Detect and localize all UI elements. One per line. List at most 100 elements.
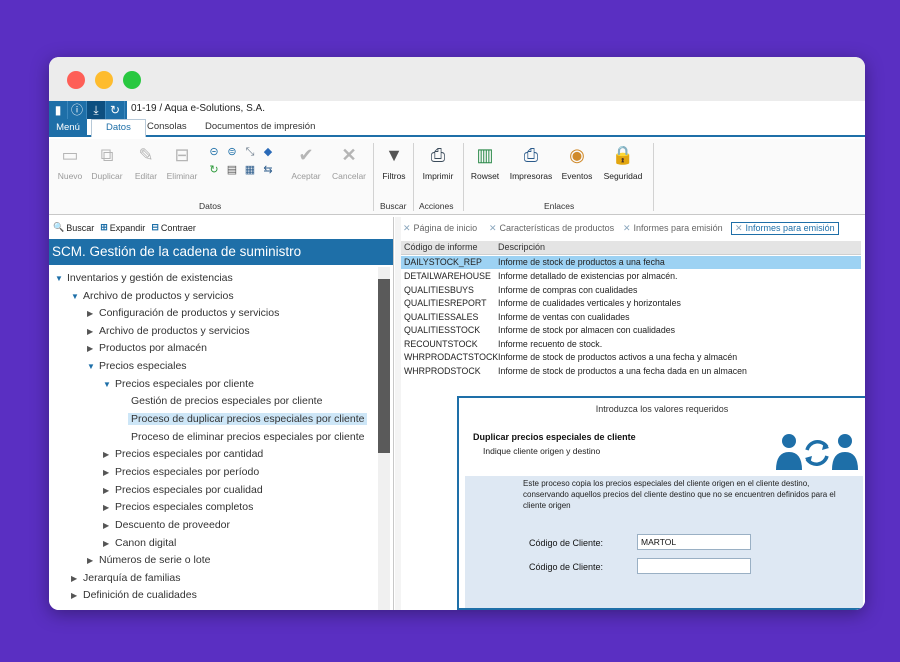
close-icon[interactable]: ✕ [489, 223, 497, 233]
field-label-cliente-origen: Código de Cliente: [529, 538, 604, 548]
tree-node[interactable]: ▶ Precios especiales completos [103, 500, 253, 515]
link-icon[interactable]: ⇆ [261, 163, 275, 177]
maximize-window-button[interactable] [123, 71, 141, 89]
table-row[interactable]: QUALITIESSALES Informe de ventas con cual… [401, 311, 861, 324]
contraer-button[interactable]: ⊟ Contraer [151, 222, 196, 233]
nuevo-button[interactable]: ▭ Nuevo [55, 143, 85, 181]
expand-icon: ⊞ [100, 222, 108, 232]
eliminar-button[interactable]: ⊟ Eliminar [165, 143, 199, 181]
duplicar-button[interactable]: ⧉ Duplicar [89, 143, 125, 181]
refresh-icon[interactable]: ↻ [106, 101, 125, 119]
tab-datos[interactable]: Datos [91, 119, 146, 137]
tree-scrollbar-thumb[interactable] [378, 279, 390, 453]
tree-node[interactable]: ▶ Precios especiales por cantidad [103, 447, 263, 462]
caret-right-icon: ▶ [103, 450, 110, 459]
table-row[interactable]: WHRPRODSTOCK Informe de stock de producto… [401, 365, 861, 378]
duplicar-label: Duplicar [91, 171, 123, 181]
tree-node[interactable]: ▶ Jerarquía de familias [71, 571, 180, 586]
cliente-destino-input[interactable] [637, 558, 751, 574]
first-record-icon[interactable]: ⊝ [207, 145, 221, 159]
tree-node[interactable]: ▼ Inventarios y gestión de existencias [55, 271, 233, 286]
shrink-icon[interactable]: ⤡ [243, 145, 257, 159]
tree-node-label: Productos por almacén [99, 342, 207, 354]
tree-node[interactable]: ▶ Precios especiales por período [103, 465, 259, 480]
tree-node-label: Precios especiales [99, 360, 187, 372]
close-icon[interactable]: ✕ [735, 223, 743, 233]
tree-node-label: Inventarios y gestión de existencias [67, 272, 233, 284]
aceptar-button[interactable]: ✔ Aceptar [287, 143, 325, 181]
field-label-cliente-destino: Código de Cliente: [529, 562, 604, 572]
close-icon[interactable]: ✕ [403, 223, 411, 233]
caret-right-icon: ▶ [71, 574, 78, 583]
tree-node-label: Números de serie o lote [99, 554, 211, 566]
minimize-window-button[interactable] [95, 71, 113, 89]
tree-node[interactable]: ▶ Precios especiales por cualidad [103, 483, 263, 498]
cube-icon[interactable]: ◆ [261, 145, 275, 159]
caret-down-icon: ▼ [87, 362, 95, 371]
tree-node[interactable]: ▼ Archivo de productos y servicios [71, 289, 234, 304]
impresoras-button[interactable]: ⎙ Impresoras [507, 143, 555, 181]
doc-tab-caracteristicas[interactable]: ✕ Características de productos [489, 223, 614, 234]
eventos-button[interactable]: ◉ Eventos [559, 143, 595, 181]
ribbon-separator [653, 143, 654, 211]
close-icon[interactable]: ✕ [623, 223, 631, 233]
doc-tab-inicio[interactable]: ✕ Página de inicio [403, 223, 477, 234]
document-icon[interactable]: ▤ [225, 163, 239, 177]
caret-down-icon: ▼ [71, 292, 79, 301]
close-window-button[interactable] [67, 71, 85, 89]
column-header-code[interactable]: Código de informe [404, 242, 478, 252]
rowset-button[interactable]: ▥ Rowset [467, 143, 503, 181]
table-row[interactable]: QUALITIESSTOCK Informe de stock por almac… [401, 324, 861, 337]
tree-node[interactable]: ▶ Canon digital [103, 536, 176, 551]
imprimir-button[interactable]: ⎙ Imprimir [417, 143, 459, 181]
editar-button[interactable]: ✎ Editar [131, 143, 161, 181]
info-icon[interactable]: ⓘ [68, 101, 87, 119]
tree-node[interactable]: ▼ Precios especiales [87, 359, 187, 374]
seguridad-button[interactable]: 🔒 Seguridad [599, 143, 647, 181]
table-row[interactable]: DETAILWAREHOUSE Informe detallado de exis… [401, 270, 861, 283]
tab-documentos-impresion[interactable]: Documentos de impresión [205, 121, 315, 132]
report-code: DETAILWAREHOUSE [404, 271, 491, 281]
next-record-icon[interactable]: ⊜ [225, 145, 239, 159]
tab-consolas[interactable]: Consolas [147, 121, 187, 132]
table-row[interactable]: WHRPRODACTSTOCK Informe de stock de produ… [401, 351, 861, 364]
buscar-button[interactable]: 🔍 Buscar [53, 222, 94, 233]
report-code: DAILYSTOCK_REP [404, 257, 482, 267]
save-icon[interactable]: ▮ [49, 101, 68, 119]
table-row[interactable]: QUALITIESREPORT Informe de cualidades ver… [401, 297, 861, 310]
tree-node[interactable]: ▶ Definición de cualidades [71, 588, 197, 603]
cancelar-button[interactable]: ✕ Cancelar [329, 143, 369, 181]
table-row[interactable]: RECOUNTSTOCK Informe recuento de stock. [401, 338, 861, 351]
tree-node[interactable]: ▶ Números de serie o lote [87, 553, 210, 568]
tree-node[interactable]: ▼ Precios especiales por cliente [103, 377, 254, 392]
tree-leaf-selected[interactable]: Proceso de duplicar precios especiales p… [128, 412, 368, 426]
tree-node[interactable]: ▶ Descuento de proveedor [103, 518, 230, 533]
expandir-button[interactable]: ⊞ Expandir [100, 222, 145, 233]
tab-menu[interactable]: Menú [49, 119, 87, 137]
report-desc: Informe de stock de productos a una fech… [498, 366, 747, 376]
calendar-icon[interactable]: ▦ [243, 163, 257, 177]
report-desc: Informe de stock por almacen con cualida… [498, 325, 676, 335]
tree-leaf[interactable]: Gestión de precios especiales por client… [131, 394, 322, 408]
tree-node-label: Precios especiales por cantidad [115, 448, 264, 460]
nuevo-label: Nuevo [57, 171, 83, 181]
doc-tab-informes[interactable]: ✕ Informes para emisión [623, 223, 723, 234]
table-row[interactable]: DAILYSTOCK_REP Informe de stock de produc… [401, 256, 861, 269]
doc-tab-informes-active[interactable]: ✕ Informes para emisión [731, 222, 839, 235]
tree-leaf[interactable]: Proceso de eliminar precios especiales p… [131, 430, 364, 444]
tree-node-label: Gestión de precios especiales por client… [131, 395, 323, 407]
filtros-button[interactable]: ▼ Filtros [377, 143, 411, 181]
tree-node[interactable]: ▶ Configuración de productos y servicios [87, 306, 279, 321]
tree-node[interactable]: ▶ Productos por almacén [87, 341, 207, 356]
cliente-origen-input[interactable] [637, 534, 751, 550]
impresoras-label: Impresoras [509, 171, 553, 181]
table-row[interactable]: QUALITIESBUYS Informe de compras con cual… [401, 284, 861, 297]
report-code: QUALITIESREPORT [404, 298, 487, 308]
sync-icon[interactable]: ↻ [207, 163, 221, 177]
window-titlebar [49, 57, 865, 101]
download-icon[interactable]: ⤓ [87, 101, 106, 119]
caret-right-icon: ▶ [87, 344, 94, 353]
column-header-desc[interactable]: Descripción [498, 242, 545, 252]
tree-node[interactable]: ▶ Archivo de productos y servicios [87, 324, 250, 339]
expandir-label: Expandir [109, 222, 146, 233]
